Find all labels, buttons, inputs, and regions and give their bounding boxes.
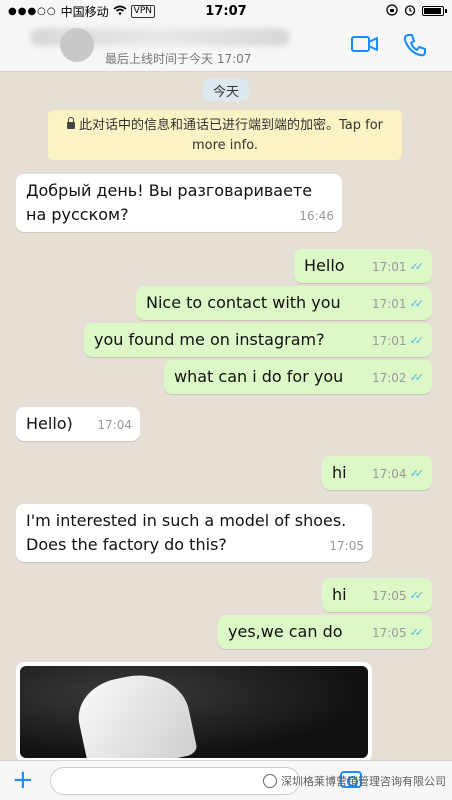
message-time: 17:01: [371, 297, 407, 311]
attach-plus-icon[interactable]: +: [12, 765, 34, 795]
image-message[interactable]: [16, 662, 372, 762]
avatar[interactable]: [60, 28, 94, 62]
message-incoming[interactable]: Hello) 17:04: [16, 407, 140, 441]
watermark: 深圳格莱博营销管理咨询有限公司: [263, 773, 446, 789]
message-meta: 17:01 ✓✓: [372, 329, 424, 353]
wifi-icon: [113, 4, 127, 18]
status-time: 17:07: [205, 3, 247, 19]
message-meta: 17:05 ✓✓: [372, 621, 424, 645]
message-incoming[interactable]: I'm interested in such a model of shoes.…: [16, 504, 372, 562]
status-bar: ●●●○○ 中国移动 VPN 17:07: [0, 0, 452, 22]
message-meta: 17:05: [329, 534, 364, 558]
shoe-photo[interactable]: [20, 666, 368, 758]
message-time: 17:04: [371, 467, 407, 481]
message-outgoing[interactable]: hi 17:05 ✓✓: [322, 578, 432, 612]
message-meta: 17:04 ✓✓: [372, 462, 424, 486]
message-text: Добрый день! Вы разговариваете на русско…: [26, 181, 313, 224]
read-ticks-icon: ✓✓: [409, 589, 425, 602]
message-time: 17:01: [371, 334, 407, 348]
message-time: 17:01: [371, 260, 407, 274]
message-text: yes,we can do: [228, 622, 343, 641]
message-meta: 16:46: [299, 204, 334, 228]
message-meta: 17:05 ✓✓: [372, 584, 424, 608]
message-incoming[interactable]: Добрый день! Вы разговариваете на русско…: [16, 174, 342, 232]
read-ticks-icon: ✓✓: [409, 334, 425, 347]
watermark-text: 深圳格莱博营销管理咨询有限公司: [281, 775, 446, 788]
chat-header[interactable]: 最后上线时间于今天 17:07: [0, 22, 452, 72]
message-outgoing[interactable]: you found me on instagram? 17:01 ✓✓: [84, 323, 432, 357]
message-time: 16:46: [299, 209, 334, 223]
message-text: you found me on instagram?: [94, 330, 325, 349]
message-time: 17:05: [371, 589, 407, 603]
message-meta: 17:01 ✓✓: [372, 292, 424, 316]
message-meta: 17:01 ✓✓: [372, 255, 424, 279]
message-outgoing[interactable]: what can i do for you 17:02 ✓✓: [164, 360, 432, 394]
watermark-logo-icon: [263, 774, 277, 788]
last-seen-status: 最后上线时间于今天 17:07: [105, 52, 252, 66]
rotation-lock-icon: [386, 3, 398, 19]
read-ticks-icon: ✓✓: [409, 626, 425, 639]
message-text: Nice to contact with you: [146, 293, 341, 312]
vpn-badge: VPN: [130, 4, 155, 18]
date-separator: 今天: [203, 79, 250, 101]
message-meta: 17:02 ✓✓: [372, 366, 424, 390]
read-ticks-icon: ✓✓: [409, 260, 425, 273]
message-outgoing[interactable]: hi 17:04 ✓✓: [322, 456, 432, 490]
encryption-notice[interactable]: 此对话中的信息和通话已进行端到端的加密。Tap for more info.: [48, 110, 402, 160]
read-ticks-icon: ✓✓: [409, 297, 425, 310]
message-time: 17:05: [329, 539, 364, 553]
message-outgoing[interactable]: Nice to contact with you 17:01 ✓✓: [136, 286, 432, 320]
message-outgoing[interactable]: yes,we can do 17:05 ✓✓: [218, 615, 432, 649]
message-text: Hello: [304, 256, 345, 275]
encryption-notice-text: 此对话中的信息和通话已进行端到端的加密。Tap for more info.: [78, 118, 383, 153]
read-ticks-icon: ✓✓: [409, 467, 425, 480]
message-text: Hello): [26, 414, 73, 433]
read-ticks-icon: ✓✓: [409, 371, 425, 384]
shoe-image: [71, 666, 199, 758]
carrier-label: 中国移动: [60, 4, 109, 19]
message-outgoing[interactable]: Hello 17:01 ✓✓: [294, 249, 432, 283]
video-call-icon[interactable]: [350, 32, 380, 60]
alarm-icon: [404, 4, 416, 19]
input-bar: + 深圳格莱博营销管理咨询有限公司: [0, 760, 452, 800]
phone-icon[interactable]: [402, 32, 432, 60]
message-time: 17:02: [371, 371, 407, 385]
status-right: [386, 3, 447, 19]
battery-icon: [422, 6, 447, 16]
status-left: ●●●○○ 中国移动 VPN: [8, 3, 155, 20]
lock-icon: [66, 117, 75, 129]
message-meta: 17:04: [97, 413, 132, 437]
message-text: I'm interested in such a model of shoes.…: [26, 511, 347, 554]
message-text: hi: [332, 463, 347, 482]
message-text: what can i do for you: [174, 367, 344, 386]
message-text: hi: [332, 585, 347, 604]
signal-strength: ●●●○○: [8, 5, 57, 17]
message-time: 17:05: [371, 626, 407, 640]
message-time: 17:04: [97, 418, 132, 432]
chat-area[interactable]: 今天 此对话中的信息和通话已进行端到端的加密。Tap for more info…: [0, 72, 452, 762]
